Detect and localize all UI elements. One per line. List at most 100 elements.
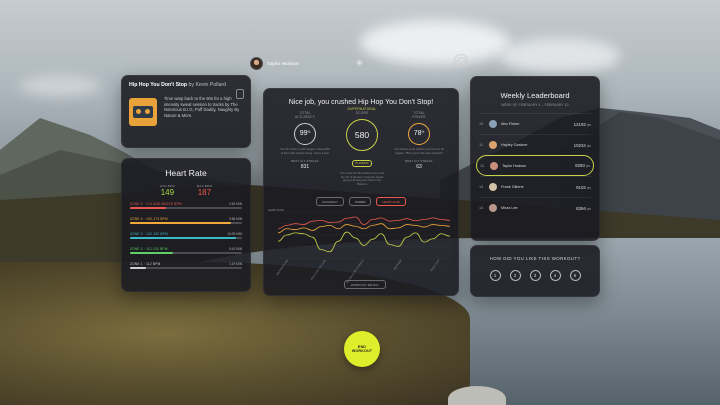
accuracy-streak-value: 831 bbox=[300, 164, 310, 171]
zone-bar-fill bbox=[130, 222, 231, 224]
zone-bar bbox=[130, 267, 242, 269]
user-name: Taylor Hudson bbox=[267, 60, 299, 66]
heart-rate-zones: ZONE 5 · 174 AND ABOVE BPM 0:52 MIN ZONE 4… bbox=[130, 201, 242, 276]
avg-bpm-value: 149 bbox=[160, 188, 175, 197]
heart-rate-zone: ZONE 1 · 112 BPM 1:19 MIN bbox=[130, 261, 242, 276]
accuracy-metric: TOTAL ACCURACY 99% You hit 1,000 of 1,01… bbox=[280, 111, 330, 171]
rock bbox=[448, 386, 506, 405]
song-axis-label: Big Poppa bbox=[393, 259, 403, 271]
leaderboard-name: Mirza Lee bbox=[501, 206, 518, 210]
leaderboard-title: Weekly Leaderboard bbox=[500, 91, 570, 100]
zone-bar-fill bbox=[130, 207, 166, 209]
zone-bar bbox=[130, 222, 242, 224]
avatar bbox=[489, 204, 497, 212]
zone-label: ZONE 1 · 112 BPM bbox=[130, 262, 161, 266]
heart-rate-zone: ZONE 4 · 152-173 BPM 9:56 MIN bbox=[130, 216, 242, 231]
user-avatar[interactable] bbox=[250, 56, 263, 70]
score-ring: 580 bbox=[346, 118, 378, 151]
workout-summary-panel: Nice job, you crushed Hip Hop You Don't … bbox=[263, 88, 459, 296]
avg-bpm-stat: AVG BPM 149 bbox=[159, 184, 175, 197]
song-info-panel: Hip Hop You Don't Stop by Kevin Pollard … bbox=[121, 75, 251, 148]
power-metric: TOTAL POWER 78% Your Power score reflect… bbox=[394, 111, 444, 171]
score-description: Your score for this workout was in the t… bbox=[339, 171, 385, 186]
avatar bbox=[489, 120, 497, 128]
rank-badge: PLATINUM bbox=[351, 159, 373, 167]
rating-option-4[interactable]: 4 bbox=[549, 270, 561, 281]
graph-tab-power[interactable]: POWER bbox=[348, 197, 372, 206]
zone-bar-fill bbox=[130, 237, 237, 239]
leaderboard-rank: 10 bbox=[479, 122, 484, 126]
rating-option-1[interactable]: 1 bbox=[489, 270, 501, 281]
leaderboard-rank: 12 bbox=[480, 163, 485, 168]
leaderboard-score: 12192 pts bbox=[573, 121, 591, 127]
zone-bar-fill bbox=[130, 252, 173, 254]
song-axis-labels: Hip Hop Hooray How Come The Lady Mo Money … bbox=[275, 259, 450, 284]
workout-detail-button[interactable]: WORKOUT DETAIL bbox=[344, 280, 386, 289]
zone-time: 1:19 MIN bbox=[229, 262, 242, 266]
rating-option-5[interactable]: 5 bbox=[569, 270, 581, 281]
accuracy-ring: 99% bbox=[294, 122, 316, 145]
avatar bbox=[489, 141, 497, 149]
leaderboard-name: Frank Gillene bbox=[501, 185, 524, 189]
avatar bbox=[489, 183, 497, 191]
song-title: Hip Hop You Don't Stop by Kevin Pollard bbox=[129, 82, 227, 88]
rating-question: HOW DID YOU LIKE THIS WORKOUT? bbox=[489, 256, 581, 261]
zone-time: 0:52 MIN bbox=[229, 202, 242, 206]
zone-time: 13:09 MIN bbox=[227, 232, 242, 236]
max-bpm-value: 187 bbox=[197, 188, 212, 197]
max-bpm-stat: MAX BPM 187 bbox=[196, 184, 213, 197]
graph-tabs: ACCURACY POWER HEART RATE bbox=[272, 197, 450, 206]
leaderboard-row[interactable]: 10 Abu Fisher 12192 pts bbox=[479, 113, 591, 134]
leaderboard-row[interactable]: 11 Hayley Gardner 10234 pts bbox=[479, 134, 591, 155]
rating-option-3[interactable]: 3 bbox=[529, 270, 541, 281]
leaderboard-rank: 11 bbox=[479, 143, 483, 147]
zone-label: ZONE 3 · 132-152 BPM bbox=[130, 232, 168, 236]
heart-rate-zone: ZONE 2 · 112-132 BPM 5:42 MIN bbox=[130, 246, 242, 261]
target-icon[interactable] bbox=[454, 54, 468, 68]
leaderboard-rank: 14 bbox=[479, 206, 484, 210]
chart-series-line-2 bbox=[278, 223, 450, 234]
heart-rate-zone: ZONE 5 · 174 AND ABOVE BPM 0:52 MIN bbox=[130, 201, 242, 216]
heart-rate-zone: ZONE 3 · 132-152 BPM 13:09 MIN bbox=[130, 231, 242, 246]
leaderboard-row[interactable]: 14 Mirza Lee 8394 pts bbox=[479, 197, 591, 218]
top-bar: Taylor Hudson ◈ bbox=[250, 54, 470, 71]
leaderboard-name: Taylor Hudson bbox=[502, 163, 527, 168]
share-icon[interactable]: ◈ bbox=[356, 57, 363, 68]
leaderboard-score: 9102 pts bbox=[576, 184, 591, 190]
zone-time: 9:56 MIN bbox=[229, 217, 242, 221]
leaderboard-list: 10 Abu Fisher 12192 pts 11 Hayley Gardner 102… bbox=[476, 113, 594, 218]
workout-rating-panel: HOW DID YOU LIKE THIS WORKOUT? 12345 bbox=[470, 245, 600, 297]
cassette-artwork-icon bbox=[129, 98, 157, 126]
zone-label: ZONE 2 · 112-132 BPM bbox=[130, 247, 168, 251]
score-metric: SUPERNATURAL SCORE 580 PLATINUM Your sco… bbox=[339, 107, 385, 186]
avatar bbox=[490, 161, 498, 170]
zone-bar bbox=[130, 207, 242, 209]
zone-time: 5:42 MIN bbox=[229, 247, 242, 251]
leaderboard-name: Hayley Gardner bbox=[501, 143, 528, 147]
power-ring: 78% bbox=[408, 122, 430, 145]
weekly-leaderboard-panel: Weekly Leaderboard WEEK OF FEBRUARY 4 – … bbox=[470, 76, 600, 241]
zone-label: ZONE 5 · 174 AND ABOVE BPM bbox=[130, 202, 182, 206]
song-axis-label: Deep Cover bbox=[430, 259, 441, 273]
power-streak-value: 63 bbox=[416, 164, 422, 171]
rating-option-2[interactable]: 2 bbox=[509, 270, 521, 281]
leaderboard-week: WEEK OF FEBRUARY 4 – FEBRUARY 10 bbox=[501, 103, 569, 107]
power-description: Your Power score reflects your force to … bbox=[394, 147, 444, 155]
graph-tab-accuracy[interactable]: ACCURACY bbox=[316, 197, 344, 206]
graph-tab-heart-rate[interactable]: HEART RATE bbox=[376, 197, 406, 206]
leaderboard-row[interactable]: 13 Frank Gillene 9102 pts bbox=[479, 176, 591, 197]
heart-rate-panel: Heart Rate AVG BPM 149 MAX BPM 187 ZONE … bbox=[121, 158, 251, 292]
end-workout-button[interactable]: END WORKOUT bbox=[344, 331, 380, 367]
song-menu-icon[interactable] bbox=[236, 89, 244, 99]
song-description: Time warp back to the 90s for a high int… bbox=[164, 96, 240, 119]
zone-label: ZONE 4 · 152-173 BPM bbox=[130, 217, 168, 221]
song-axis-label: How Come The Lady bbox=[310, 259, 327, 281]
rating-options: 12345 bbox=[479, 270, 591, 281]
leaderboard-row-current-user[interactable]: 12 Taylor Hudson 9283 pts bbox=[476, 155, 594, 176]
song-artist: by Kevin Pollard bbox=[188, 82, 227, 88]
leaderboard-score: 10234 pts bbox=[573, 142, 591, 148]
summary-title: Nice job, you crushed Hip Hop You Don't … bbox=[288, 99, 434, 106]
accuracy-description: You hit 1,000 of 1,010 targets, hitting … bbox=[280, 147, 330, 155]
zone-bar-fill bbox=[130, 267, 146, 269]
heart-rate-title: Heart Rate bbox=[165, 168, 207, 178]
